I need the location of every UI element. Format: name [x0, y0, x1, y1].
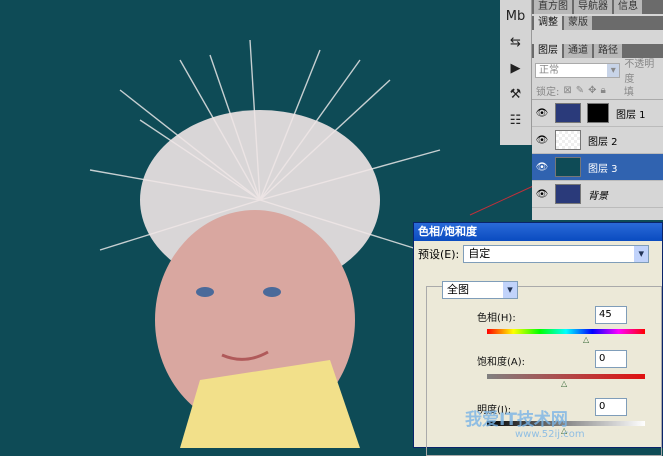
- tab-adjustments[interactable]: 调整: [534, 16, 562, 30]
- eye-icon[interactable]: 👁︎: [532, 135, 552, 146]
- saturation-slider-handle[interactable]: △: [561, 379, 567, 388]
- tab-masks[interactable]: 蒙版: [564, 16, 592, 30]
- layers-panel: 直方图导航器信息 调整蒙版 图层通道路径 正常不透明度 锁定:⊠ ✎ ✥ 🔒︎ 填 👁︎…: [532, 0, 663, 220]
- saturation-label: 饱和度(A):: [477, 357, 526, 368]
- layer-mask-thumbnail[interactable]: [587, 103, 609, 123]
- lightness-input[interactable]: 0: [595, 398, 627, 416]
- layer-row-3[interactable]: 👁︎ 图层 3: [532, 154, 663, 181]
- tab-channels[interactable]: 通道: [564, 44, 592, 58]
- hue-input[interactable]: 45: [595, 306, 627, 324]
- blend-mode-select[interactable]: 正常: [535, 62, 621, 78]
- fill-label: 填: [623, 87, 634, 98]
- channel-select[interactable]: 全图: [442, 281, 518, 299]
- lock-transparent-icon[interactable]: ⊠: [563, 85, 571, 96]
- lock-label: 锁定:: [536, 87, 560, 98]
- watermark-text: 我爱IT技术网: [465, 410, 568, 430]
- history-icon[interactable]: ⇆: [505, 34, 527, 52]
- tab-layers[interactable]: 图层: [534, 44, 562, 58]
- layer-name: 图层 3: [588, 163, 618, 175]
- tab-paths[interactable]: 路径: [594, 44, 622, 58]
- hue-slider[interactable]: [487, 329, 645, 334]
- layer-name: 图层 1: [616, 109, 646, 121]
- layer-thumbnail: [555, 130, 581, 150]
- lock-all-icon[interactable]: 🔒︎: [601, 85, 606, 96]
- watermark-url: www.52ij.com: [515, 429, 585, 440]
- hue-slider-handle[interactable]: △: [583, 335, 589, 344]
- eye-icon[interactable]: 👁︎: [532, 189, 552, 200]
- preset-select[interactable]: 自定: [463, 245, 650, 263]
- eye-icon[interactable]: 👁︎: [532, 162, 552, 173]
- actions-play-icon[interactable]: ▶: [505, 60, 527, 78]
- dialog-title: 色相/饱和度: [414, 223, 662, 241]
- layer-thumbnail: [555, 103, 581, 123]
- clone-source-icon[interactable]: ☷: [505, 112, 527, 130]
- layer-thumbnail: [555, 157, 581, 177]
- tab-histogram[interactable]: 直方图: [534, 0, 572, 14]
- layer-name: 图层 2: [588, 136, 618, 148]
- panel-icon-strip: Mb ⇆ ▶ ⚒ ☷: [500, 0, 532, 145]
- layer-row-1[interactable]: 👁︎ 图层 1: [532, 100, 663, 127]
- layer-row-background[interactable]: 👁︎ 背景: [532, 181, 663, 208]
- hue-label: 色相(H):: [477, 313, 516, 324]
- tab-info[interactable]: 信息: [614, 0, 642, 14]
- layer-row-2[interactable]: 👁︎ 图层 2: [532, 127, 663, 154]
- lock-brush-icon[interactable]: ✎: [576, 85, 584, 96]
- tab-navigator[interactable]: 导航器: [574, 0, 612, 14]
- opacity-label: 不透明度: [624, 59, 655, 85]
- preset-label: 预设(E):: [418, 248, 460, 261]
- lock-move-icon[interactable]: ✥: [588, 85, 596, 96]
- tool-presets-icon[interactable]: ⚒: [505, 86, 527, 104]
- layer-name: 背景: [588, 190, 608, 202]
- saturation-input[interactable]: 0: [595, 350, 627, 368]
- eye-icon[interactable]: 👁︎: [532, 108, 552, 119]
- layer-thumbnail: [555, 184, 581, 204]
- mini-bridge-icon[interactable]: Mb: [505, 8, 527, 26]
